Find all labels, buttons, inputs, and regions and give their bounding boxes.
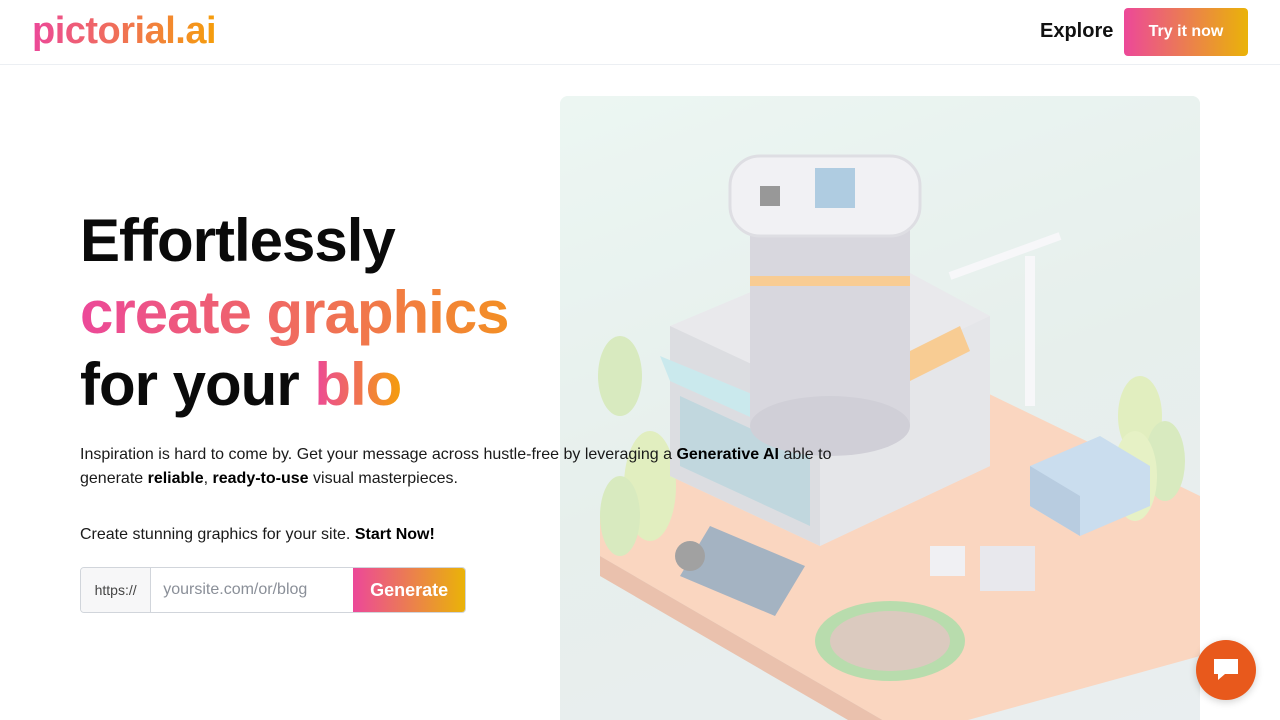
nav-explore-link[interactable]: Explore <box>1040 19 1113 43</box>
site-url-input[interactable] <box>151 568 354 612</box>
generate-button[interactable]: Generate <box>353 568 465 612</box>
intro-text: visual masterpieces. <box>308 470 458 487</box>
intro-text: , <box>203 470 213 487</box>
headline-line-3-prefix: for your <box>80 351 315 418</box>
cta-text: Create stunning graphics for your site. … <box>80 523 435 547</box>
logo[interactable]: pictorial.ai <box>32 8 217 54</box>
intro-bold-generative-ai: Generative AI <box>676 446 779 463</box>
chat-widget-button[interactable] <box>1196 640 1256 700</box>
intro-bold-ready-to-use: ready-to-use <box>212 470 309 487</box>
hero-description: Inspiration is hard to come by. Get your… <box>80 443 860 491</box>
headline-line-1: Effortlessly <box>80 207 396 274</box>
intro-text: Inspiration is hard to come by. Get your… <box>80 446 677 463</box>
cta-text-bold: Start Now! <box>354 526 435 543</box>
url-prefix: https:// <box>81 568 152 612</box>
headline-line-2: create graphics <box>80 277 600 349</box>
hero-illustration <box>560 96 1200 720</box>
chat-bubble-icon <box>1214 659 1238 680</box>
cta-text-plain: Create stunning graphics for your site. <box>80 526 355 543</box>
hero-headline: Effortlessly create graphics for your bl… <box>80 205 600 421</box>
intro-bold-reliable: reliable <box>147 470 204 487</box>
hero-image-overlay <box>560 96 1200 720</box>
try-it-now-button[interactable]: Try it now <box>1124 8 1248 56</box>
headline-line-3: for your blo <box>80 349 600 421</box>
site-header: pictorial.ai Explore Try it now <box>0 0 1280 65</box>
generate-form: https:// Generate <box>80 567 466 613</box>
headline-typed-word: blo <box>314 351 402 418</box>
